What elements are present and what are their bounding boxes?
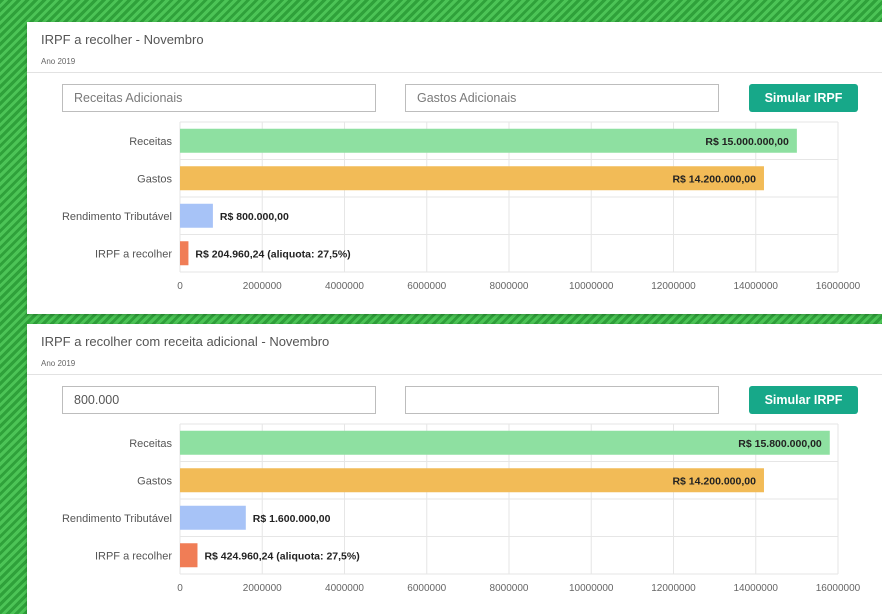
x-tick-label: 2000000	[243, 583, 282, 594]
x-tick-label: 16000000	[816, 583, 861, 594]
x-tick-label: 14000000	[734, 281, 779, 292]
x-tick-label: 16000000	[816, 281, 861, 292]
panel-subtitle: Ano 2019	[41, 359, 76, 368]
category-label: Receitas	[129, 438, 172, 450]
x-tick-label: 4000000	[325, 281, 364, 292]
x-tick-label: 14000000	[734, 583, 779, 594]
x-tick-label: 2000000	[243, 281, 282, 292]
category-label: Rendimento Tributável	[62, 513, 172, 525]
irpf-bar-chart: Receitas R$ 15.000.000,00 Gastos R$ 14.200.…	[0, 121, 880, 302]
data-label: R$ 204.960,24 (aliquota: 27,5%)	[195, 248, 350, 260]
category-label: IRPF a recolher	[95, 248, 172, 260]
data-label: R$ 800.000,00	[220, 211, 289, 223]
chart-svg: Receitas R$ 15.000.000,00 Gastos R$ 14.200.…	[62, 121, 861, 292]
category-label: Receitas	[129, 136, 172, 148]
x-tick-label: 12000000	[651, 281, 696, 292]
x-tick-label: 0	[177, 281, 183, 292]
chart-svg: Receitas R$ 15.800.000,00 Gastos R$ 14.200.…	[62, 423, 861, 594]
x-tick-label: 4000000	[325, 583, 364, 594]
panel-title: IRPF a recolher com receita adicional - …	[41, 334, 330, 349]
irpf-panel-november: IRPF a recolher - Novembro Ano 2019 Simu…	[27, 22, 882, 314]
simular-irpf-button[interactable]: Simular IRPF	[749, 386, 858, 414]
x-tick-label: 0	[177, 583, 183, 594]
receitas-adicionais-input[interactable]	[62, 386, 376, 414]
irpf-bar-chart: Receitas R$ 15.800.000,00 Gastos R$ 14.200.…	[0, 423, 880, 604]
bar-3	[180, 241, 189, 266]
bar-2	[180, 203, 213, 228]
panel-title: IRPF a recolher - Novembro	[41, 32, 204, 47]
simular-irpf-button[interactable]: Simular IRPF	[749, 84, 858, 112]
panel-subtitle: Ano 2019	[41, 57, 76, 66]
gastos-adicionais-input[interactable]	[405, 84, 719, 112]
category-label: Gastos	[137, 475, 172, 487]
x-tick-label: 8000000	[490, 583, 529, 594]
category-label: IRPF a recolher	[95, 550, 172, 562]
x-tick-label: 6000000	[407, 583, 446, 594]
data-label: R$ 15.800.000,00	[738, 438, 822, 450]
x-tick-label: 10000000	[569, 281, 614, 292]
data-label: R$ 1.600.000,00	[253, 513, 331, 525]
irpf-panel-additional-revenue: IRPF a recolher com receita adicional - …	[27, 324, 882, 614]
gastos-adicionais-input[interactable]	[405, 386, 719, 414]
receitas-adicionais-input[interactable]	[62, 84, 376, 112]
panel-divider	[27, 72, 882, 73]
category-label: Rendimento Tributável	[62, 211, 172, 223]
data-label: R$ 424.960,24 (aliquota: 27,5%)	[204, 550, 359, 562]
bar-2	[180, 505, 246, 530]
data-label: R$ 15.000.000,00	[705, 136, 789, 148]
x-tick-label: 10000000	[569, 583, 614, 594]
bar-0	[180, 128, 797, 153]
data-label: R$ 14.200.000,00	[672, 475, 756, 487]
bar-0	[180, 430, 830, 455]
x-tick-label: 8000000	[490, 281, 529, 292]
x-tick-label: 12000000	[651, 583, 696, 594]
data-label: R$ 14.200.000,00	[672, 173, 756, 185]
category-label: Gastos	[137, 173, 172, 185]
x-tick-label: 6000000	[407, 281, 446, 292]
panel-divider	[27, 374, 882, 375]
bar-3	[180, 543, 198, 568]
